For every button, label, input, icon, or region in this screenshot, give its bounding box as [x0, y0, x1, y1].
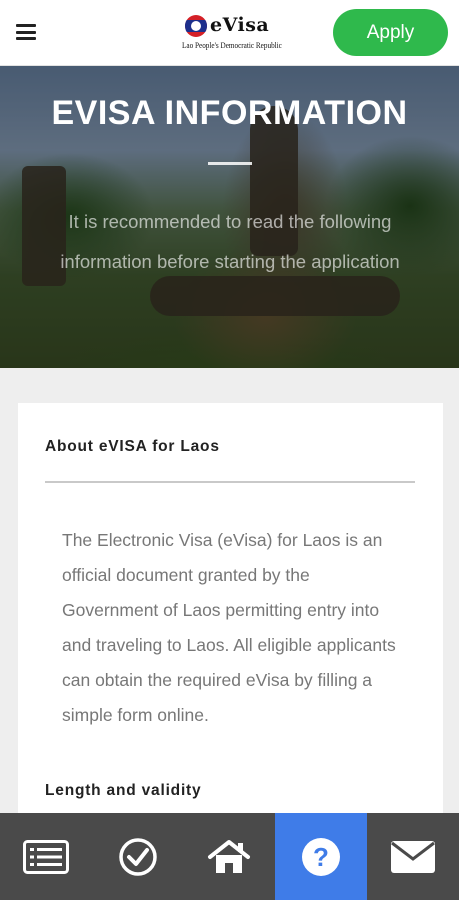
tab-help[interactable]: ? [275, 813, 368, 900]
section-divider [45, 481, 415, 483]
bottom-tab-bar: ? [0, 813, 459, 900]
tab-status[interactable] [92, 813, 184, 900]
title-divider [208, 162, 252, 165]
evisa-logo[interactable]: eVisa Lao People's Democratic Republic [182, 12, 282, 54]
check-circle-icon [118, 837, 157, 876]
home-icon [208, 839, 251, 873]
list-icon [22, 839, 69, 874]
tab-list[interactable] [0, 813, 92, 900]
logo-text: eVisa [210, 14, 270, 36]
tab-contact[interactable] [367, 813, 459, 900]
flag-emblem-icon [185, 15, 207, 37]
section-body-about: The Electronic Visa (eVisa) for Laos is … [62, 530, 396, 725]
hamburger-menu-icon[interactable] [16, 24, 36, 40]
hero-description: It is recommended to read the following … [60, 211, 400, 272]
tab-home[interactable] [184, 813, 276, 900]
info-card: About eVISA for Laos The Electronic Visa… [18, 403, 443, 823]
apply-button[interactable]: Apply [333, 9, 448, 56]
section-heading-about: About eVISA for Laos [45, 438, 220, 455]
section-heading-validity: Length and validity [45, 782, 202, 799]
logo-subtitle: Lao People's Democratic Republic [182, 41, 282, 50]
mail-icon [391, 840, 436, 873]
app-header: eVisa Lao People's Democratic Republic A… [0, 0, 459, 66]
page-title: EVISA INFORMATION [51, 94, 408, 132]
svg-text:?: ? [313, 842, 329, 872]
question-icon: ? [302, 837, 341, 876]
hero-banner: EVISA INFORMATION It is recommended to r… [0, 66, 459, 368]
